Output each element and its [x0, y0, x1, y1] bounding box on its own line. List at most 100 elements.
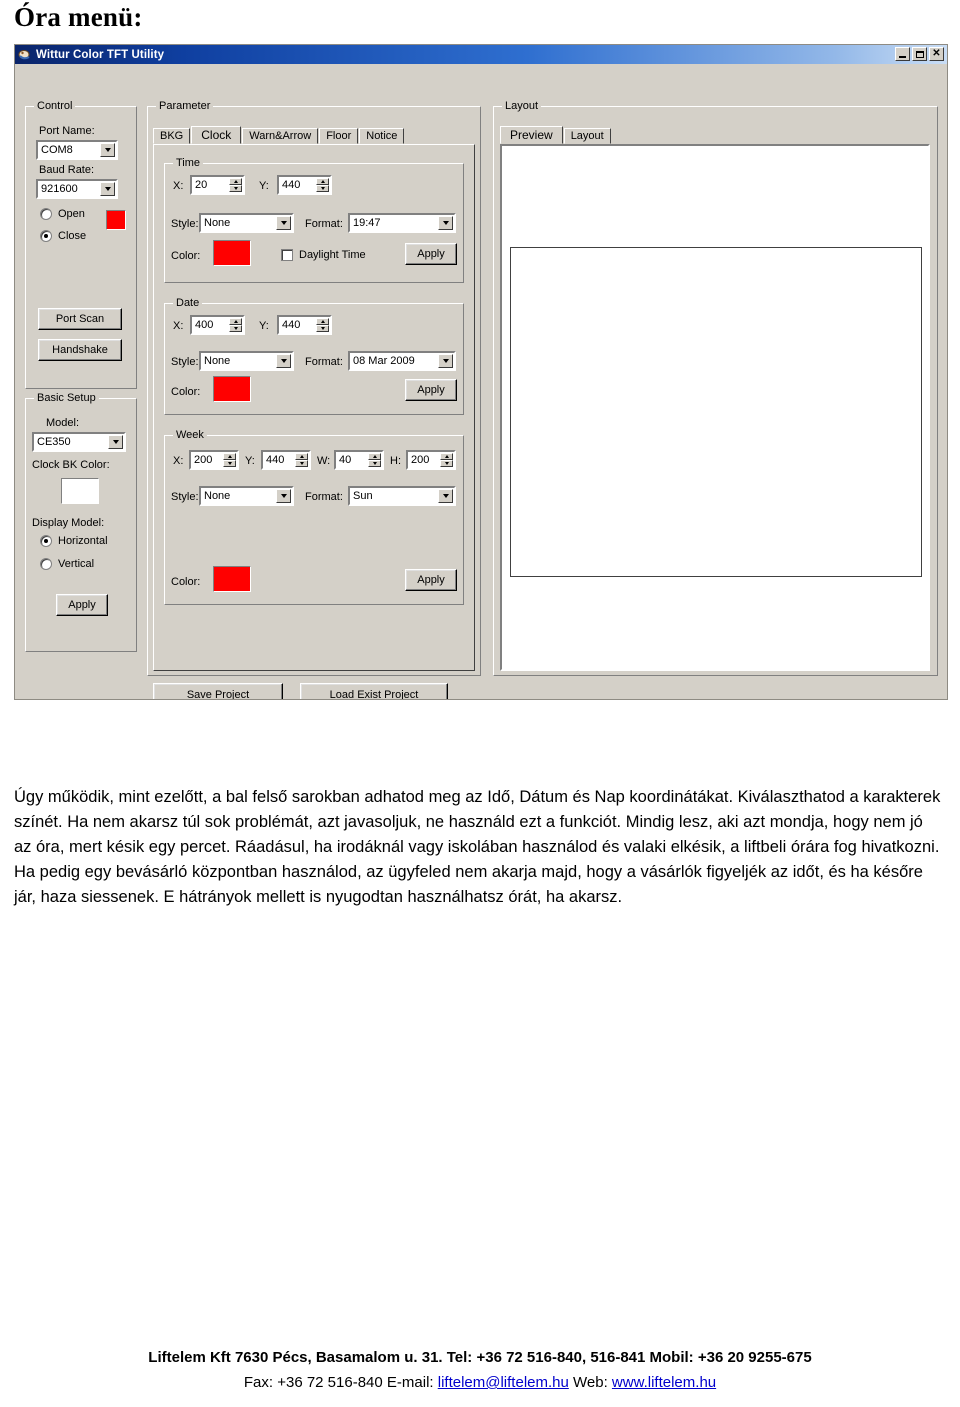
week-apply-button[interactable]: Apply [405, 569, 457, 591]
date-y-value: 440 [282, 319, 301, 331]
spin-down-icon[interactable] [316, 185, 329, 192]
time-x-stepper[interactable]: 20 [190, 175, 245, 195]
close-icon[interactable]: ✕ [929, 47, 944, 61]
model-value: CE350 [37, 436, 71, 448]
week-x-label: X: [173, 455, 184, 467]
chevron-down-icon[interactable] [276, 354, 291, 368]
spin-down-icon[interactable] [368, 460, 381, 467]
date-style-select[interactable]: None [199, 351, 294, 371]
date-color-swatch[interactable] [213, 376, 251, 402]
week-color-swatch[interactable] [213, 566, 251, 592]
tab-notice[interactable]: Notice [359, 128, 405, 144]
window-titlebar: Wittur Color TFT Utility ✕ [15, 45, 947, 64]
week-x-stepper[interactable]: 200 [189, 450, 239, 470]
radio-close[interactable]: Close [40, 230, 86, 242]
display-model-label: Display Model: [32, 517, 105, 529]
tab-bkg[interactable]: BKG [153, 128, 191, 144]
footer-email-link[interactable]: liftelem@liftelem.hu [438, 1374, 569, 1391]
week-x-spin-buttons[interactable] [223, 453, 236, 467]
spin-up-icon[interactable] [368, 453, 381, 460]
port-scan-button[interactable]: Port Scan [38, 308, 122, 330]
handshake-button[interactable]: Handshake [38, 339, 122, 361]
radio-vertical[interactable]: Vertical [40, 558, 94, 570]
spin-down-icon[interactable] [440, 460, 453, 467]
date-style-label: Style: [171, 356, 199, 368]
spin-up-icon[interactable] [223, 453, 236, 460]
week-h-spin-buttons[interactable] [440, 453, 453, 467]
model-select[interactable]: CE350 [32, 432, 126, 452]
date-group: Date X: 400 Y: 440 Style: None Format: 0… [164, 297, 464, 415]
date-style-value: None [204, 355, 231, 367]
preview-canvas[interactable] [510, 247, 922, 577]
spin-up-icon[interactable] [229, 178, 242, 185]
chevron-down-icon[interactable] [276, 216, 291, 230]
time-y-spin-buttons[interactable] [316, 178, 329, 192]
week-style-select[interactable]: None [199, 486, 294, 506]
date-y-stepper[interactable]: 440 [277, 315, 332, 335]
tab-warn-arrow[interactable]: Warn&Arrow [242, 128, 319, 144]
maximize-icon[interactable] [912, 47, 927, 61]
week-y-stepper[interactable]: 440 [261, 450, 311, 470]
layout-tabstrip: Preview Layout [500, 126, 700, 144]
date-format-select[interactable]: 08 Mar 2009 [348, 351, 456, 371]
time-format-select[interactable]: 19:47 [348, 213, 456, 233]
radio-horizontal[interactable]: Horizontal [40, 535, 108, 547]
clock-bk-color-swatch[interactable] [61, 478, 99, 504]
spin-down-icon[interactable] [295, 460, 308, 467]
load-exist-project-button[interactable]: Load Exist Project [300, 683, 448, 699]
tab-preview[interactable]: Preview [500, 126, 563, 144]
date-x-spin-buttons[interactable] [229, 318, 242, 332]
chevron-down-icon[interactable] [100, 143, 115, 157]
chevron-down-icon[interactable] [108, 435, 123, 449]
daylight-time-checkbox[interactable]: Daylight Time [281, 249, 366, 261]
time-apply-button[interactable]: Apply [405, 243, 457, 265]
week-w-stepper[interactable]: 40 [334, 450, 384, 470]
time-style-value: None [204, 217, 231, 229]
chevron-down-icon[interactable] [100, 182, 115, 196]
baud-rate-select[interactable]: 921600 [36, 179, 118, 199]
basic-setup-apply-button[interactable]: Apply [56, 594, 108, 616]
time-style-select[interactable]: None [199, 213, 294, 233]
week-group: Week X: 200 Y: 440 W: 40 H: 200 Style: N… [164, 429, 464, 605]
week-w-spin-buttons[interactable] [368, 453, 381, 467]
time-y-label: Y: [259, 180, 269, 192]
control-group-title: Control [34, 100, 76, 112]
application-window: Wittur Color TFT Utility ✕ Control Port … [14, 44, 948, 700]
radio-open[interactable]: Open [40, 208, 85, 220]
footer-web-prefix: Web: [568, 1374, 612, 1391]
footer-web-link[interactable]: www.liftelem.hu [612, 1374, 716, 1391]
spin-down-icon[interactable] [229, 325, 242, 332]
spin-up-icon[interactable] [295, 453, 308, 460]
week-y-spin-buttons[interactable] [295, 453, 308, 467]
port-name-select[interactable]: COM8 [36, 140, 118, 160]
minimize-icon[interactable] [895, 47, 910, 61]
tab-floor[interactable]: Floor [319, 128, 359, 144]
date-apply-button[interactable]: Apply [405, 379, 457, 401]
spin-up-icon[interactable] [229, 318, 242, 325]
radio-open-label: Open [58, 208, 85, 220]
spin-up-icon[interactable] [316, 318, 329, 325]
time-color-swatch[interactable] [213, 240, 251, 266]
date-x-stepper[interactable]: 400 [190, 315, 245, 335]
date-color-label: Color: [171, 386, 201, 398]
spin-down-icon[interactable] [229, 185, 242, 192]
week-format-select[interactable]: Sun [348, 486, 456, 506]
tab-layout[interactable]: Layout [563, 128, 611, 144]
spin-up-icon[interactable] [440, 453, 453, 460]
save-project-button[interactable]: Save Project [153, 683, 283, 699]
spin-up-icon[interactable] [316, 178, 329, 185]
time-y-stepper[interactable]: 440 [277, 175, 332, 195]
date-y-spin-buttons[interactable] [316, 318, 329, 332]
chevron-down-icon[interactable] [438, 489, 453, 503]
time-x-spin-buttons[interactable] [229, 178, 242, 192]
radio-horizontal-indicator [40, 535, 52, 547]
chevron-down-icon[interactable] [276, 489, 291, 503]
tab-clock[interactable]: Clock [191, 126, 242, 144]
chevron-down-icon[interactable] [438, 216, 453, 230]
week-h-stepper[interactable]: 200 [406, 450, 456, 470]
spin-down-icon[interactable] [223, 460, 236, 467]
model-label: Model: [46, 417, 80, 429]
layout-group-title: Layout [502, 100, 542, 112]
spin-down-icon[interactable] [316, 325, 329, 332]
chevron-down-icon[interactable] [438, 354, 453, 368]
